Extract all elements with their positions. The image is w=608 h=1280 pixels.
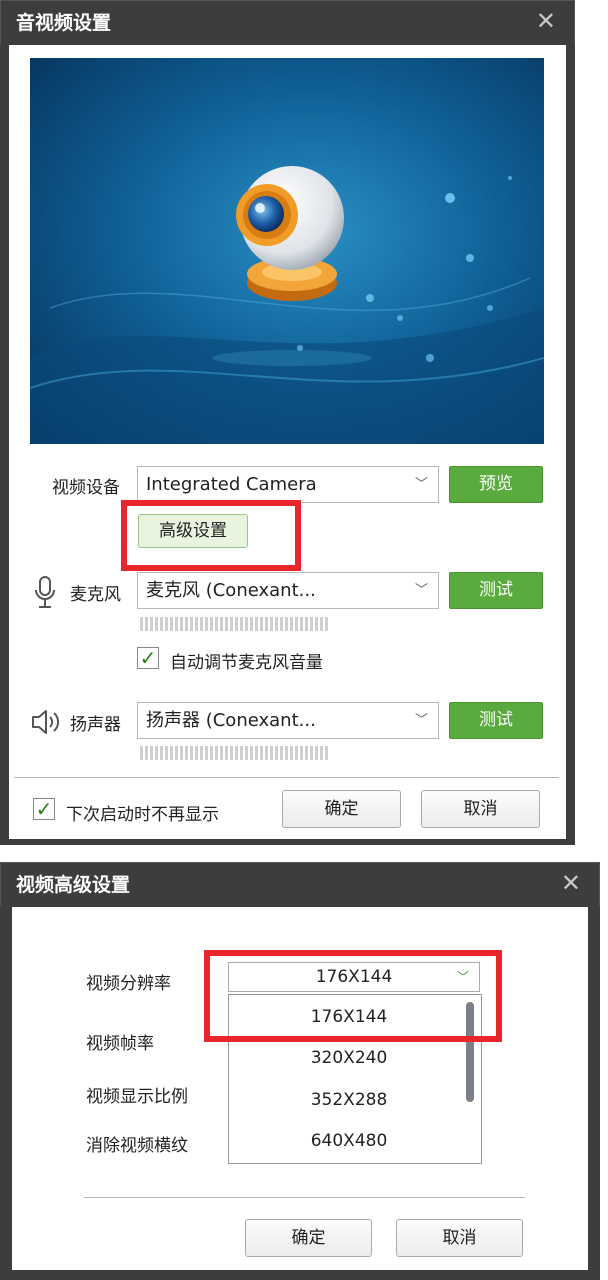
resolution-label: 视频分辨率 [86,974,171,994]
speaker-level-meter [140,746,328,760]
video-advanced-titlebar: 视频高级设置 ✕ [1,863,599,907]
webcam-illustration [30,58,544,444]
divider [14,777,559,778]
dont-show-again-checkbox[interactable]: ✓ [33,798,55,820]
speaker-value: 扬声器 (Conexant... [146,710,316,731]
window-frame-left [0,906,12,1280]
frame-rate-label: 视频帧率 [86,1034,154,1054]
video-device-value: Integrated Camera [146,474,317,495]
speaker-test-button[interactable]: 测试 [449,702,543,739]
microphone-level-meter [140,617,328,631]
ok-button[interactable]: 确定 [282,790,401,828]
resolution-option[interactable]: 320X240 [229,1038,469,1078]
highlight-box [204,950,502,1042]
resolution-option[interactable]: 640X480 [229,1121,469,1161]
window-frame-left [0,44,9,845]
aspect-ratio-label: 视频显示比例 [86,1087,188,1107]
auto-adjust-mic-checkbox[interactable]: ✓ [137,647,159,669]
chevron-down-icon: ﹀ [414,583,428,598]
divider [84,1197,525,1198]
microphone-value: 麦克风 (Conexant... [146,580,316,601]
dialog-title: 音视频设置 [16,12,112,34]
cancel-button[interactable]: 取消 [396,1219,523,1257]
preview-button[interactable]: 预览 [449,466,543,503]
window-frame-bottom [0,839,575,845]
dont-show-again-label: 下次启动时不再显示 [66,805,219,825]
window-frame-right [588,906,600,1280]
speaker-select[interactable]: 扬声器 (Conexant... ﹀ [137,702,439,739]
camera-preview [30,58,544,444]
chevron-down-icon: ﹀ [414,477,428,492]
window-frame-right [566,44,575,845]
microphone-test-button[interactable]: 测试 [449,572,543,609]
cancel-button[interactable]: 取消 [421,790,540,828]
auto-adjust-mic-label: 自动调节麦克风音量 [170,653,323,673]
microphone-select[interactable]: 麦克风 (Conexant... ﹀ [137,572,439,609]
speaker-icon [32,710,60,734]
anti-flicker-label: 消除视频横纹 [86,1136,188,1156]
close-icon[interactable]: ✕ [536,1,556,45]
microphone-icon [35,576,55,608]
close-icon[interactable]: ✕ [561,863,581,907]
video-device-label: 视频设备 [52,478,120,498]
microphone-label: 麦克风 [70,585,121,605]
chevron-down-icon: ﹀ [414,713,428,728]
highlight-box [121,500,301,571]
av-settings-titlebar: 音视频设置 ✕ [1,1,574,45]
window-frame-bottom [0,1270,600,1280]
dialog-title: 视频高级设置 [16,874,131,896]
resolution-option[interactable]: 352X288 [229,1080,469,1120]
ok-button[interactable]: 确定 [245,1219,372,1257]
speaker-label: 扬声器 [70,715,121,735]
video-device-select[interactable]: Integrated Camera ﹀ [137,466,439,503]
